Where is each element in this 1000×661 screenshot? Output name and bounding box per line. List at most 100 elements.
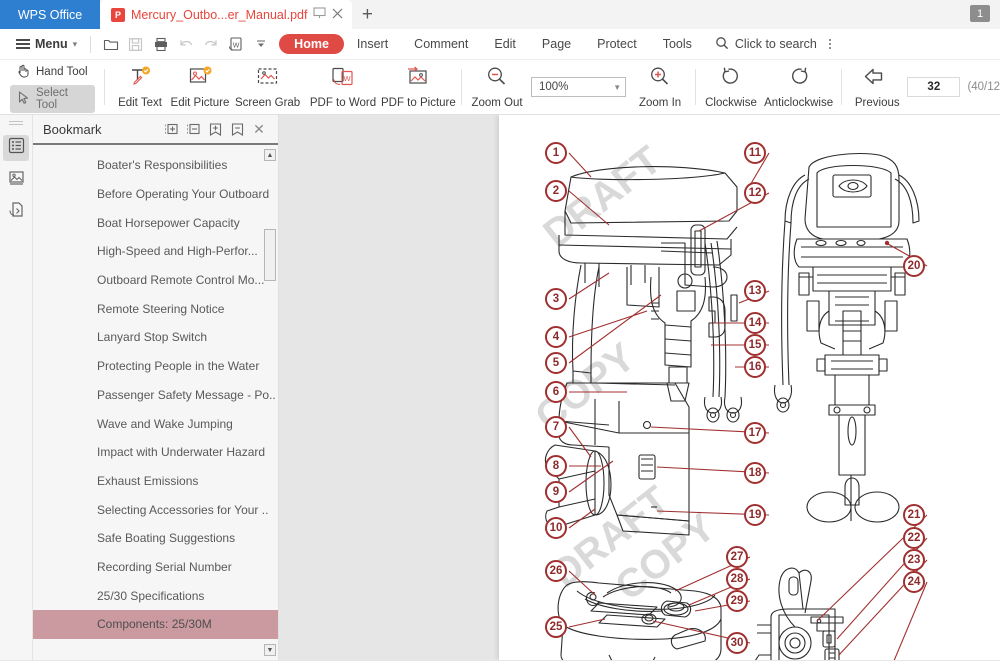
callout-20: 20: [903, 255, 925, 277]
rail-grip-handle[interactable]: [9, 121, 23, 125]
tab-document[interactable]: P Mercury_Outbo...er_Manual.pdf: [100, 0, 353, 29]
bookmark-item[interactable]: Safe Boating Suggestions: [33, 524, 278, 553]
expand-all-icon[interactable]: [160, 118, 182, 140]
bookmark-item[interactable]: Passenger Safety Message - Po..: [33, 381, 278, 410]
bookmark-item[interactable]: Before Operating Your Outboard: [33, 180, 278, 209]
document-viewer[interactable]: DRAFT COPY DRAFT COPY 1 2 3 4 5 6 7 8 9 …: [279, 115, 1000, 660]
callout-18: 18: [744, 462, 766, 484]
scroll-down-arrow-icon[interactable]: ▼: [264, 644, 276, 656]
scroll-up-arrow-icon[interactable]: ▲: [264, 149, 276, 161]
search-box[interactable]: Click to search: [715, 36, 831, 53]
bookmark-panel: Bookmark ✕ Boater's Responsibilities Bef…: [33, 115, 279, 660]
ribbon-tab-insert[interactable]: Insert: [344, 34, 401, 54]
zoom-in-button[interactable]: Zoom In: [630, 61, 690, 113]
customize-caret-icon[interactable]: [248, 32, 273, 56]
window-count-badge[interactable]: 1: [970, 5, 990, 22]
pdf-file-icon: P: [111, 7, 125, 22]
divider: [90, 35, 92, 53]
pdf-to-word-icon[interactable]: W: [223, 32, 248, 56]
bookmark-item-selected[interactable]: Components: 25/30M: [33, 610, 278, 639]
rail-button-thumbnails[interactable]: [3, 167, 29, 193]
main-menu-label: Menu: [35, 37, 68, 51]
callout-4: 4: [545, 326, 567, 348]
edit-picture-button[interactable]: Edit Picture: [170, 61, 230, 113]
bookmark-item[interactable]: Recording Serial Number: [33, 553, 278, 582]
edit-text-button[interactable]: Edit Text: [110, 61, 170, 113]
delete-bookmark-icon[interactable]: [226, 118, 248, 140]
chevron-down-icon: ▾: [72, 38, 78, 49]
bookmark-item[interactable]: Lanyard Stop Switch: [33, 323, 278, 352]
callout-28: 28: [726, 568, 748, 590]
close-panel-icon[interactable]: ✕: [248, 118, 270, 140]
scrollbar-thumb[interactable]: [264, 229, 276, 281]
pdf-to-picture-label: PDF to Picture: [380, 97, 456, 109]
bookmark-item[interactable]: High-Speed and High-Perfor...: [33, 237, 278, 266]
previous-page-button[interactable]: Previous: [847, 61, 907, 113]
ribbon-tab-protect[interactable]: Protect: [584, 34, 650, 54]
ribbon-tab-edit[interactable]: Edit: [481, 34, 529, 54]
present-mode-icon[interactable]: [313, 7, 327, 22]
collapse-all-icon[interactable]: [182, 118, 204, 140]
callout-27: 27: [726, 546, 748, 568]
callout-12: 12: [744, 182, 766, 204]
print-icon[interactable]: [148, 32, 173, 56]
bookmark-list-icon: [8, 137, 25, 159]
zoom-out-button[interactable]: Zoom Out: [467, 61, 527, 113]
pdf-to-word-button[interactable]: W PDF to Word: [305, 61, 380, 113]
callout-7: 7: [545, 416, 567, 438]
screen-grab-label: Screen Grab: [235, 97, 301, 109]
bookmark-item[interactable]: 25/30 Specifications: [33, 581, 278, 610]
open-folder-icon[interactable]: [98, 32, 123, 56]
svg-text:W: W: [232, 43, 239, 50]
bookmark-item[interactable]: Exhaust Emissions: [33, 467, 278, 496]
screen-grab-button[interactable]: Screen Grab: [230, 61, 305, 113]
ribbon-tab-page[interactable]: Page: [529, 34, 584, 54]
pdf-to-word-icon: W: [330, 65, 356, 94]
main-toolbar: Hand Tool Select Tool Edit Text Edit Pic…: [0, 60, 1000, 115]
bookmark-item[interactable]: Selecting Accessories for Your ..: [33, 495, 278, 524]
previous-page-label: Previous: [854, 97, 900, 109]
callout-2: 2: [545, 180, 567, 202]
bookmark-item[interactable]: Outboard Remote Control Mo...: [33, 266, 278, 295]
pdf-to-picture-button[interactable]: PDF to Picture: [381, 61, 456, 113]
bookmark-list[interactable]: Boater's Responsibilities Before Operati…: [33, 145, 278, 660]
callout-9: 9: [545, 481, 567, 503]
bookmark-scrollbar[interactable]: ▲ ▼: [264, 149, 276, 656]
zoom-level-select[interactable]: 100% ▼: [530, 77, 627, 97]
close-tab-icon[interactable]: [332, 8, 343, 22]
rail-button-convert[interactable]: [3, 199, 29, 225]
bookmark-item[interactable]: Impact with Underwater Hazard: [33, 438, 278, 467]
add-bookmark-icon[interactable]: [204, 118, 226, 140]
svg-text:W: W: [343, 74, 351, 83]
bookmark-item[interactable]: Wave and Wake Jumping: [33, 409, 278, 438]
ribbon-tab-tools[interactable]: Tools: [650, 34, 705, 54]
previous-arrow-icon: [862, 65, 892, 94]
main-menu-button[interactable]: Menu ▾: [10, 32, 83, 56]
bookmark-item[interactable]: Boater's Responsibilities: [33, 151, 278, 180]
callout-6: 6: [545, 381, 567, 403]
search-icon: [715, 36, 729, 53]
tab-wps-office[interactable]: WPS Office: [0, 0, 100, 29]
rotate-clockwise-button[interactable]: Clockwise: [701, 61, 761, 113]
page-number-value: 32: [927, 81, 941, 93]
save-icon[interactable]: [123, 32, 148, 56]
edit-picture-icon: [187, 65, 213, 94]
select-tool-button[interactable]: Select Tool: [10, 85, 96, 113]
ribbon-tab-list: Home Insert Comment Edit Page Protect To…: [279, 34, 705, 54]
more-options-icon[interactable]: [828, 39, 831, 49]
bookmark-item[interactable]: Protecting People in the Water: [33, 352, 278, 381]
ribbon-tab-comment[interactable]: Comment: [401, 34, 481, 54]
callout-19: 19: [744, 504, 766, 526]
menu-bar: Menu ▾ W Home Insert Comment Edit Page P…: [0, 29, 1000, 60]
new-tab-button[interactable]: +: [352, 0, 382, 29]
rail-button-bookmarks[interactable]: [3, 135, 29, 161]
hand-tool-button[interactable]: Hand Tool: [10, 61, 95, 83]
rotate-anticlockwise-label: Anticlockwise: [764, 97, 834, 109]
bookmark-item[interactable]: Boat Horsepower Capacity: [33, 208, 278, 237]
page-number-input[interactable]: 32: [907, 77, 961, 97]
bookmark-item[interactable]: Remote Steering Notice: [33, 294, 278, 323]
ribbon-tab-home[interactable]: Home: [279, 34, 344, 54]
callout-13: 13: [744, 280, 766, 302]
callout-5: 5: [545, 352, 567, 374]
rotate-anticlockwise-button[interactable]: Anticlockwise: [761, 61, 836, 113]
